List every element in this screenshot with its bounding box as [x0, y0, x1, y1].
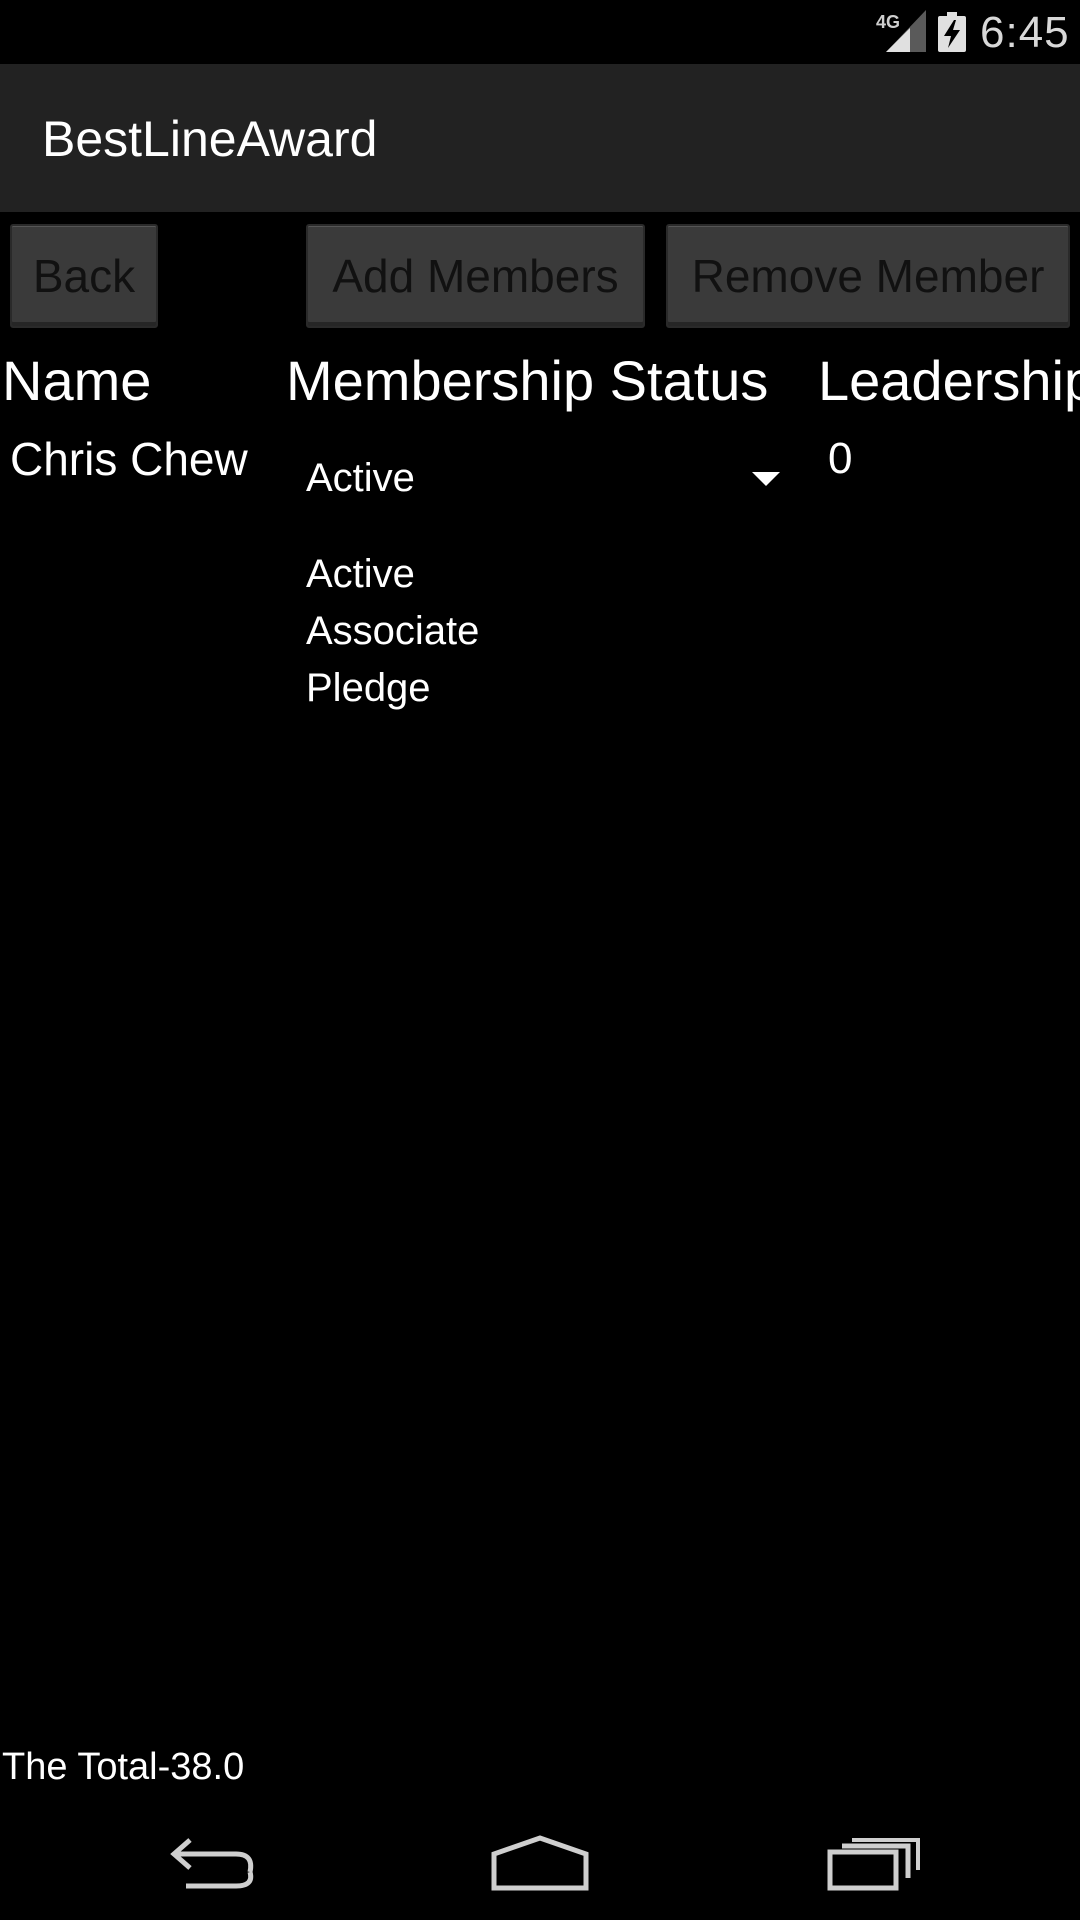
header-leadership: Leadership	[818, 349, 1080, 412]
navigation-bar	[0, 1800, 1080, 1920]
action-bar: BestLineAward	[0, 64, 1080, 212]
add-members-button[interactable]: Add Members	[306, 224, 645, 328]
back-button[interactable]: Back	[10, 224, 158, 328]
option-pledge[interactable]: Pledge	[306, 660, 479, 717]
membership-status-spinner[interactable]: Active	[296, 440, 786, 520]
battery-charging-icon	[938, 12, 966, 52]
signal-icon	[886, 10, 926, 52]
recent-apps-icon[interactable]	[812, 1820, 932, 1900]
option-active[interactable]: Active	[306, 546, 479, 603]
status-options-list: Active Associate Pledge	[306, 546, 479, 717]
app-title: BestLineAward	[42, 111, 378, 167]
dropdown-arrow-icon	[752, 472, 780, 486]
leadership-value: 0	[828, 434, 853, 483]
home-icon[interactable]	[480, 1820, 600, 1900]
spinner-selected-value: Active	[306, 456, 415, 500]
total-label: The Total-38.0	[2, 1746, 245, 1788]
status-bar: 4G 6:45	[0, 0, 1080, 64]
remove-member-button[interactable]: Remove Member	[666, 224, 1070, 328]
header-membership-status: Membership Status	[286, 349, 769, 412]
back-icon[interactable]	[150, 1820, 270, 1900]
status-time: 6:45	[980, 8, 1070, 57]
member-name: Chris Chew	[10, 433, 248, 485]
header-name: Name	[2, 349, 152, 412]
option-associate[interactable]: Associate	[306, 603, 479, 660]
